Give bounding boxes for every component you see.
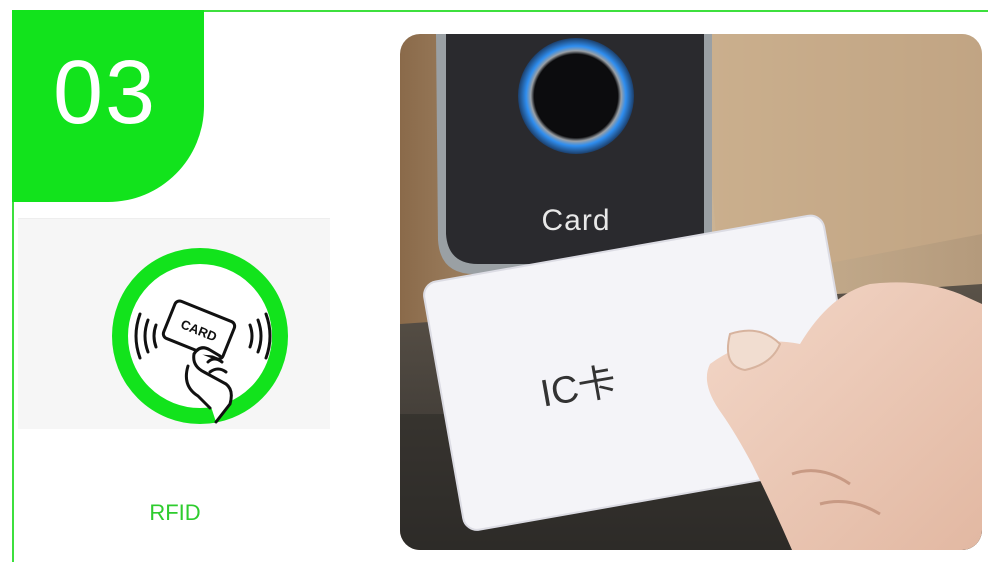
reader-card-label: Card — [541, 204, 610, 237]
step-number: 03 — [52, 42, 158, 143]
fingerprint-card-reader-photo: Card IC卡 — [400, 34, 982, 550]
rfid-label: RFID — [149, 500, 201, 525]
rfid-card-tap-icon: CARD — [112, 248, 288, 424]
step-badge: 03 — [12, 10, 204, 202]
